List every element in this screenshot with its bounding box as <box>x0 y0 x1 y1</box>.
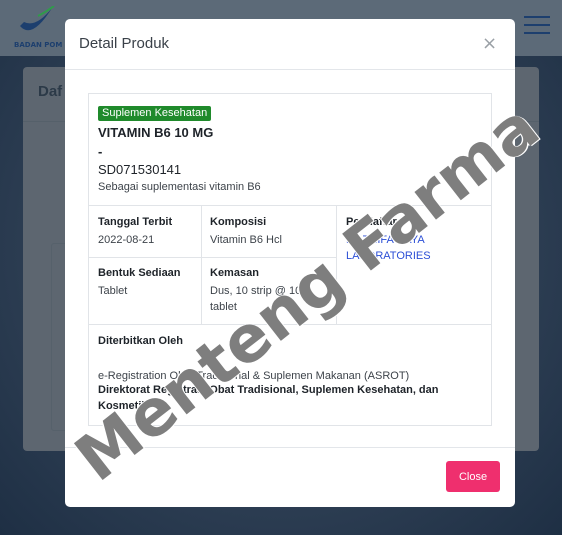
divider <box>89 205 491 206</box>
bentuk-sediaan-value: Tablet <box>98 285 128 297</box>
komposisi-label: Komposisi <box>210 216 267 228</box>
pendaftar-link-line2[interactable]: LABORATORIES <box>346 248 431 264</box>
modal-header: Detail Produk × <box>65 19 515 70</box>
diterbitkan-oleh-label: Diterbitkan Oleh <box>98 335 183 347</box>
direktorat-line1: Direktorat Registrasi Obat Tradisional, … <box>98 384 439 396</box>
direktorat-line2: Kosmetik <box>98 400 148 412</box>
kemasan-value-line1: Dus, 10 strip @ 10 <box>210 285 302 297</box>
logo-text: BADAN POM <box>14 41 63 49</box>
logo-swoosh-icon <box>20 5 55 31</box>
divider <box>89 257 336 258</box>
kemasan-label: Kemasan <box>210 267 259 279</box>
product-detail-table: Suplemen Kesehatan VITAMIN B6 10 MG - SD… <box>88 93 492 426</box>
close-button[interactable]: Close <box>446 461 500 492</box>
tanggal-terbit-label: Tanggal Terbit <box>98 216 173 228</box>
komposisi-value: Vitamin B6 Hcl <box>210 234 282 246</box>
product-name: VITAMIN B6 10 MG <box>98 125 214 140</box>
category-badge: Suplemen Kesehatan <box>98 106 212 121</box>
product-dash: - <box>98 144 103 159</box>
divider <box>89 324 491 325</box>
pendaftar-label: Pendaftar <box>346 216 397 228</box>
registration-code: SD071530141 <box>98 162 182 177</box>
product-description: Sebagai suplementasi vitamin B6 <box>98 181 261 193</box>
product-detail-modal: Detail Produk × Suplemen Kesehatan VITAM… <box>65 19 515 507</box>
tanggal-terbit-value: 2022-08-21 <box>98 234 155 246</box>
diterbitkan-oleh-value: e-Registration Obat Tradisional & Suplem… <box>98 370 410 382</box>
kemasan-value-line2: tablet <box>210 301 237 313</box>
badan-pom-logo[interactable]: BADAN POM <box>10 5 70 52</box>
divider <box>201 205 202 324</box>
divider <box>336 205 337 324</box>
modal-title: Detail Produk <box>79 35 170 52</box>
modal-footer-divider <box>65 447 515 448</box>
pendaftar-link-line1[interactable]: PT TRIFA RAYA <box>346 232 425 248</box>
close-icon[interactable]: × <box>482 34 497 54</box>
bentuk-sediaan-label: Bentuk Sediaan <box>98 267 181 279</box>
product-summary: Suplemen Kesehatan VITAMIN B6 10 MG - SD… <box>98 103 483 193</box>
hamburger-menu-icon[interactable] <box>524 16 550 36</box>
background-card-title: Daf <box>38 83 63 100</box>
